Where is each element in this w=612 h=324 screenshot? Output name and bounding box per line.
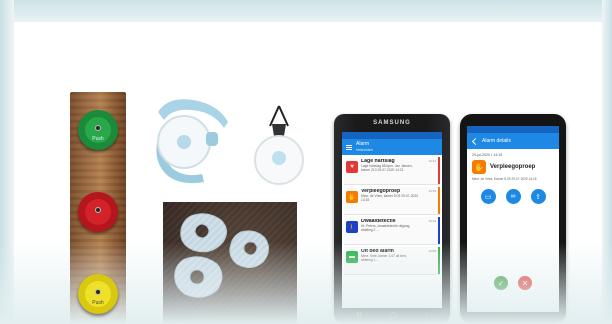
wooden-button-board: Push Push [70, 92, 126, 324]
alarm-time: 14:15 [428, 189, 436, 193]
alarm-color-stripe [438, 157, 440, 184]
link-button[interactable]: ∞ [505, 189, 521, 204]
alarm-detail: Hr. Peters, dwaaldetectie uitgang, afdel… [361, 224, 411, 232]
alarm-text: Lage hartslag Lage hartslag 68 bpm. Jan J… [361, 159, 419, 182]
video-call-button[interactable]: ▭ [480, 189, 496, 204]
heart-icon: ♥ [346, 161, 358, 173]
alarm-list-item[interactable]: 🚶 Dwaaldetectie Hr. Peters, dwaaldetectie … [344, 217, 440, 245]
detail-action-row: ▭ ∞ ⇪ [472, 189, 554, 204]
alarm-detail: Lage hartslag 68 bpm. Jan Jansen, kamer … [361, 164, 413, 172]
yellow-push-button: Push [78, 274, 118, 314]
back-arrow-icon[interactable] [471, 137, 480, 145]
green-button-label: Push [92, 136, 104, 142]
alarm-text: Dwaaldetectie Hr. Peters, dwaaldetectie u… [361, 219, 419, 242]
slide-top-band [0, 0, 612, 22]
detail-text: Mevr. de Vries, Kamer 8.09 29-07-2020 14… [472, 177, 537, 181]
alarm-detail-body: 29-jul-2020 • 14:15 ✋ Verpleegoproep Mev… [467, 149, 559, 208]
detail-title: Verpleegoproep [490, 164, 536, 170]
green-push-button: Push [78, 110, 118, 150]
alarm-color-stripe [438, 187, 440, 214]
yellow-button-label: Push [92, 300, 104, 306]
app-subtitle: Verbonden [356, 148, 373, 152]
alarm-detail: Mevr. de Vries, kamer 8.09 29-07-2020 14… [361, 194, 419, 202]
menu-icon[interactable] [346, 144, 352, 150]
detail-header: ✋ Verpleegoproep [472, 160, 554, 174]
status-bar [467, 126, 559, 133]
detail-app-bar: Alarm details [467, 133, 559, 149]
collage-canvas: Push Push SAMSUNG Alarm Verbonden ♥ Lage… [0, 0, 612, 324]
phone-brand: SAMSUNG [373, 120, 411, 126]
alarm-text: Verpleegoproep Mevr. de Vries, kamer 8.09… [361, 189, 419, 212]
alarm-color-stripe [438, 217, 440, 244]
alarm-time: 14:21 [428, 159, 436, 163]
nurse-call-icon: ✋ [472, 160, 486, 174]
pendant-alarm [254, 105, 304, 185]
status-bar [342, 132, 442, 139]
share-button[interactable]: ⇪ [530, 189, 546, 204]
wander-icon: 🚶 [346, 221, 358, 233]
alarm-list-item[interactable]: ♥ Lage hartslag Lage hartslag 68 bpm. Jan … [344, 157, 440, 185]
detail-time: 29-jul-2020 • 14:15 [472, 153, 503, 157]
alarm-app-bar: Alarm Verbonden [342, 139, 442, 155]
detail-app-title: Alarm details [482, 138, 511, 144]
nurse-call-icon: ✋ [346, 191, 358, 203]
red-push-button [78, 192, 118, 232]
wristband-alarm [156, 99, 228, 184]
alarm-list-item[interactable]: ✋ Verpleegoproep Mevr. de Vries, kamer 8.0… [344, 187, 440, 215]
alarm-time: 14:12 [428, 219, 436, 223]
